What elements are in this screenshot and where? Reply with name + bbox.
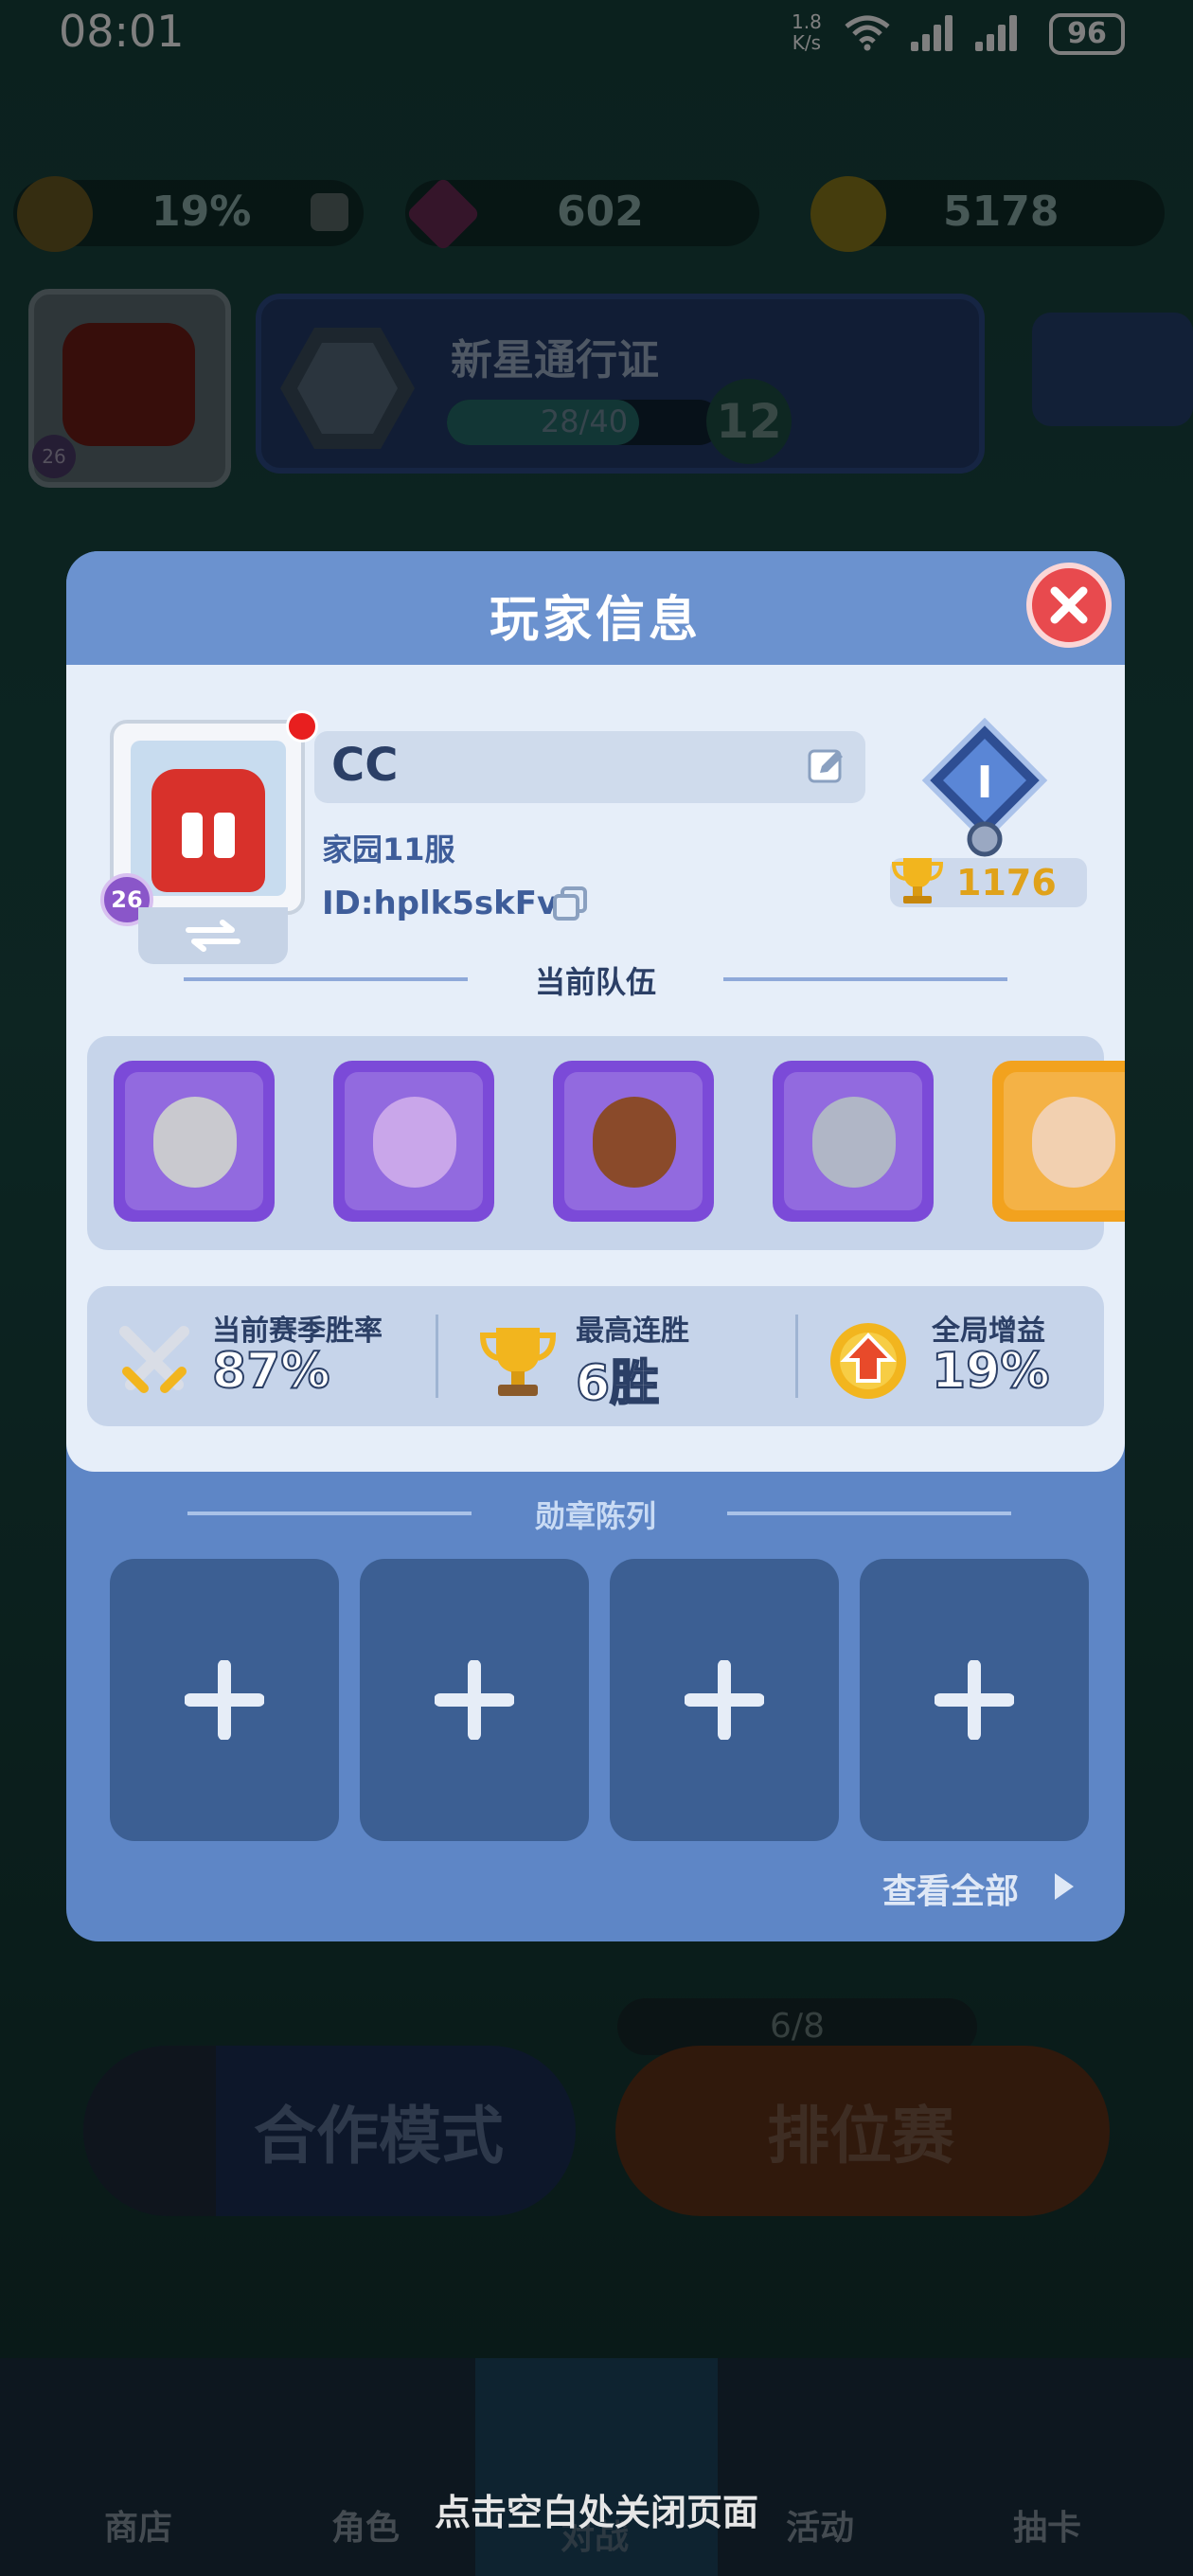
player-server: 家园11服 — [322, 832, 455, 868]
player-id: ID:hplk5skFvc — [322, 885, 578, 922]
hero-portrait — [345, 1072, 483, 1210]
medal-slot-2[interactable] — [360, 1559, 589, 1841]
team-hero-dark-knight[interactable] — [773, 1061, 934, 1222]
robot-avatar-icon — [151, 769, 265, 892]
hero-portrait — [1004, 1072, 1125, 1210]
hero-face — [812, 1097, 896, 1188]
hero-face — [373, 1097, 456, 1188]
copy-id-icon[interactable] — [551, 885, 589, 922]
modal-title: 玩家信息 — [489, 592, 702, 649]
plus-icon — [685, 1660, 764, 1740]
notification-dot — [286, 710, 318, 742]
hero-face — [1032, 1097, 1115, 1188]
medal-slot-3[interactable] — [610, 1559, 839, 1841]
rank-letter: I — [976, 757, 992, 808]
trophy-icon — [479, 1328, 557, 1396]
team-hero-ninja[interactable] — [992, 1061, 1125, 1222]
win-rate-value: 87% — [211, 1342, 330, 1401]
stat-divider — [436, 1315, 438, 1398]
max-streak-value: 6胜 — [575, 1354, 660, 1413]
team-hero-knight[interactable] — [114, 1061, 275, 1222]
swap-arrows-icon — [186, 920, 240, 952]
trophy-icon — [891, 858, 944, 903]
trophy-value: 1176 — [956, 862, 1057, 903]
hero-portrait — [784, 1072, 922, 1210]
win-rate-stat: 当前赛季胜率 87% — [87, 1286, 428, 1426]
change-avatar-button[interactable] — [138, 907, 288, 964]
crossed-swords-icon — [119, 1326, 189, 1393]
medal-slot-4[interactable] — [860, 1559, 1089, 1841]
trophy-count: 1176 — [890, 858, 1087, 907]
hero-portrait — [564, 1072, 703, 1210]
plus-icon — [185, 1660, 264, 1740]
plus-icon — [935, 1660, 1014, 1740]
player-name-box[interactable]: CC — [314, 731, 865, 803]
close-hint: 点击空白处关闭页面 — [434, 2492, 758, 2533]
close-button[interactable] — [1026, 563, 1112, 648]
player-profile-panel: 26 CC 家园11服 ID:hplk5skFvc I 1176 当前队伍 当前… — [66, 665, 1125, 1472]
stats-panel: 当前赛季胜率 87% 最高连胜 6胜 全局增益 19% — [87, 1286, 1104, 1426]
global-boost-stat: 全局增益 19% — [807, 1286, 1104, 1426]
player-info-modal: 玩家信息 26 CC 家园11服 ID:hplk5skFvc I 1176 当前… — [66, 551, 1125, 1941]
stat-divider — [795, 1315, 798, 1398]
play-arrow-icon[interactable] — [1051, 1871, 1076, 1902]
boost-arrow-icon — [830, 1323, 906, 1399]
team-hero-ghost[interactable] — [333, 1061, 494, 1222]
avatar-image — [131, 741, 286, 896]
medal-slot-1[interactable] — [110, 1559, 339, 1841]
divider-line — [727, 1512, 1011, 1515]
plus-icon — [435, 1660, 514, 1740]
team-hero-bull[interactable] — [553, 1061, 714, 1222]
hero-face — [153, 1097, 237, 1188]
hero-face — [593, 1097, 676, 1188]
global-boost-value: 19% — [931, 1342, 1050, 1401]
modal-header: 玩家信息 — [66, 551, 1125, 665]
divider-line — [723, 977, 1007, 981]
view-all-link[interactable]: 查看全部 — [882, 1864, 1019, 1913]
max-streak-stat: 最高连胜 6胜 — [447, 1286, 788, 1426]
team-panel — [87, 1036, 1125, 1250]
player-name: CC — [331, 739, 399, 792]
hero-portrait — [125, 1072, 263, 1210]
close-icon — [1050, 586, 1088, 624]
edit-name-icon[interactable] — [807, 746, 846, 786]
rank-shield-icon[interactable]: I — [918, 718, 1051, 869]
